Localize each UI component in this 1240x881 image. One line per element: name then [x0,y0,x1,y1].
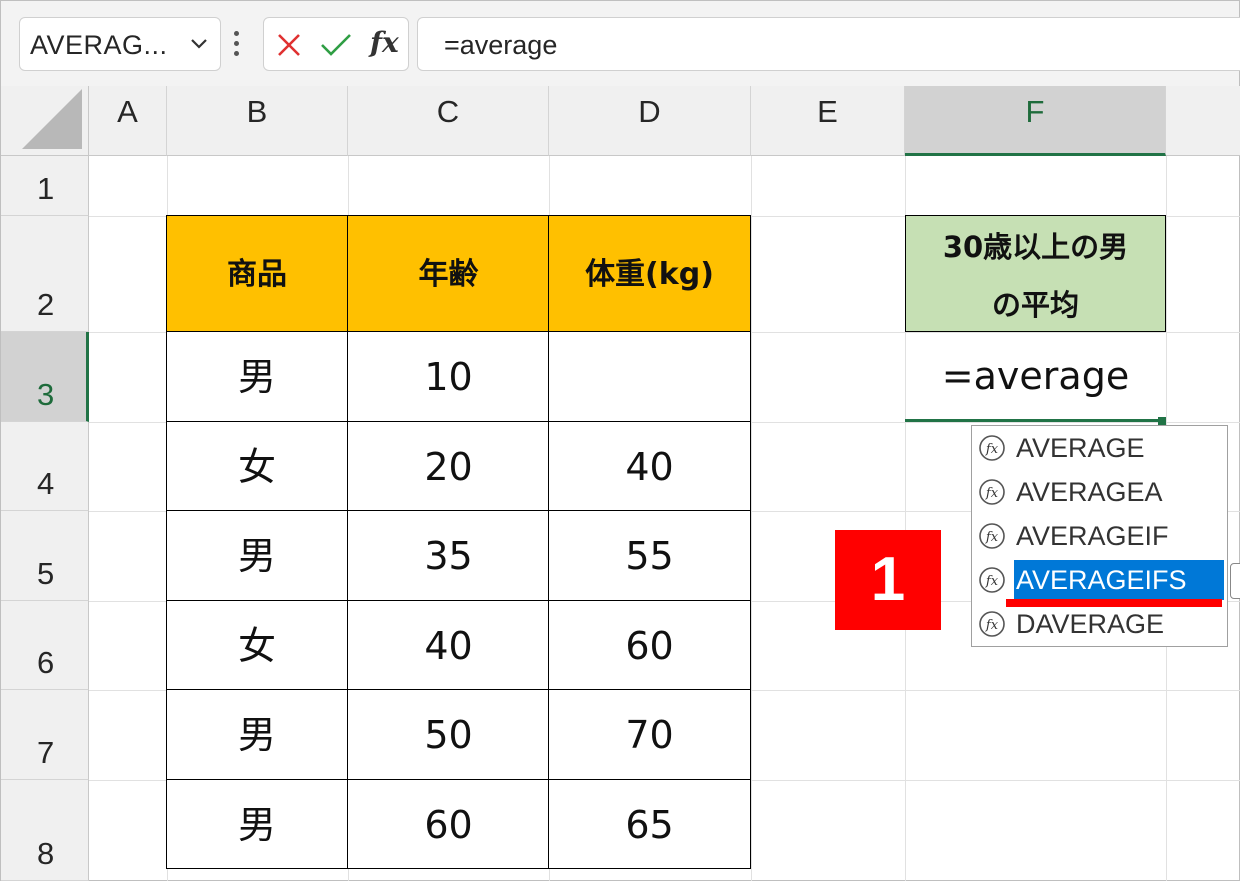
insert-function-button[interactable]: fx [370,26,399,59]
result-header-line2: の平均 [991,288,1079,322]
annotation-underline [1006,599,1222,607]
formula-input-text: =average [444,30,558,60]
cancel-icon[interactable] [276,32,302,58]
autocomplete-item-averageif[interactable]: fx AVERAGEIF [976,516,1226,556]
formula-bar: AVERAG... fx =average [1,1,1240,87]
row-header-2[interactable]: 2 [1,216,89,332]
column-header-d[interactable]: D [549,86,751,156]
column-header-g[interactable] [1166,86,1240,156]
more-options-icon[interactable] [233,31,241,59]
table-cell[interactable]: 70 [548,689,751,780]
autocomplete-item-daverage[interactable]: fx DAVERAGE [976,604,1226,644]
table-header-age[interactable]: 年齢 [347,215,550,332]
formula-input[interactable]: =average [417,17,1240,71]
fill-handle[interactable] [1158,417,1166,425]
gridline [751,156,752,881]
svg-text:fx: fx [985,442,999,457]
autocomplete-item-averagea[interactable]: fx AVERAGEA [976,472,1226,512]
table-header-product[interactable]: 商品 [166,215,348,332]
table-cell[interactable] [548,331,751,422]
tooltip-tab[interactable] [1230,563,1240,599]
row-header-6[interactable]: 6 [1,601,89,690]
table-cell[interactable]: 女 [166,421,348,511]
table-cell[interactable]: 40 [548,421,751,511]
column-header-c[interactable]: C [348,86,549,156]
result-header-line1: 30歳以上の男 [942,230,1129,264]
function-autocomplete-list: fx AVERAGE fx AVERAGEA fx AVERAGEIF fx A… [971,425,1228,647]
result-header-cell[interactable]: 30歳以上の男 の平均 [905,215,1166,332]
row-header-1[interactable]: 1 [1,156,89,216]
function-icon: fx [979,567,1005,593]
table-cell[interactable]: 60 [548,600,751,690]
table-cell[interactable]: 女 [166,600,348,690]
table-cell[interactable]: 20 [347,421,550,511]
svg-text:fx: fx [985,530,999,545]
svg-text:fx: fx [985,574,999,589]
row-header-7[interactable]: 7 [1,690,89,780]
select-all-button[interactable] [1,86,89,156]
table-header-weight[interactable]: 体重(kg) [548,215,751,332]
table-cell[interactable]: 男 [166,779,348,869]
column-header-f[interactable]: F [905,86,1166,156]
function-icon: fx [979,611,1005,637]
row-header-8[interactable]: 8 [1,780,89,881]
active-cell-editor[interactable]: =average [905,332,1166,422]
function-icon: fx [979,435,1005,461]
svg-text:fx: fx [985,618,999,633]
table-cell[interactable]: 40 [347,600,550,690]
name-box-text: AVERAG... [30,30,168,60]
function-icon: fx [979,479,1005,505]
autocomplete-item-average[interactable]: fx AVERAGE [976,428,1226,468]
table-cell[interactable]: 55 [548,510,751,601]
table-cell[interactable]: 50 [347,689,550,780]
table-cell[interactable]: 65 [548,779,751,869]
table-cell[interactable]: 60 [347,779,550,869]
row-header-5[interactable]: 5 [1,511,89,601]
table-cell[interactable]: 男 [166,510,348,601]
svg-text:fx: fx [985,486,999,501]
function-icon: fx [979,523,1005,549]
table-cell[interactable]: 男 [166,689,348,780]
column-header-a[interactable]: A [89,86,167,156]
row-header-3[interactable]: 3 [1,332,89,422]
name-box[interactable]: AVERAG... [19,17,221,71]
formula-buttons: fx [263,17,409,71]
table-cell[interactable]: 男 [166,331,348,422]
column-header-e[interactable]: E [751,86,905,156]
chevron-down-icon[interactable] [188,32,210,54]
table-cell[interactable]: 10 [347,331,550,422]
table-cell[interactable]: 35 [347,510,550,601]
step-number-badge: 1 [835,530,941,630]
autocomplete-item-averageifs[interactable]: fx AVERAGEIFS [976,560,1226,600]
row-header-4[interactable]: 4 [1,422,89,511]
enter-check-icon[interactable] [320,32,352,58]
column-header-b[interactable]: B [167,86,348,156]
